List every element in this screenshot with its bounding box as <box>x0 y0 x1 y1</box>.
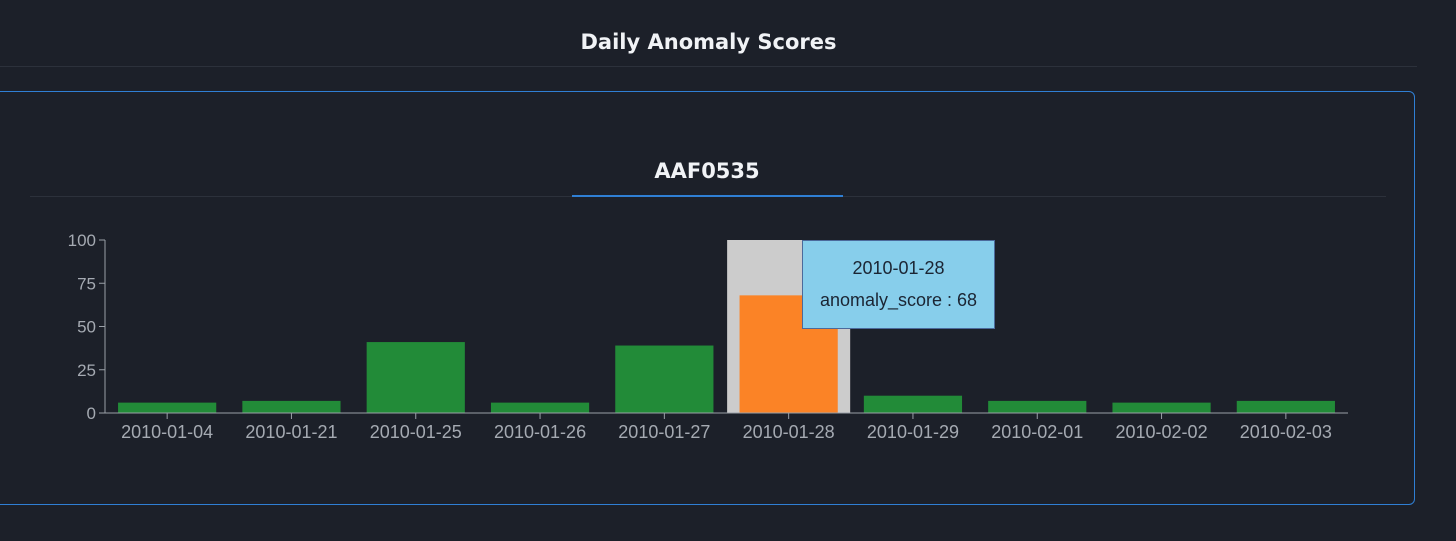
anomaly-bar-chart: 0 25 50 75 100 2010-01-04 2010-01-21 2010-01-25… <box>68 231 1348 442</box>
y-tick-label: 0 <box>87 404 96 423</box>
x-tick-label: 2010-01-25 <box>370 422 462 442</box>
bar-2010-02-01[interactable] <box>988 400 1087 413</box>
tooltip-value: anomaly_score : 68 <box>819 290 978 310</box>
y-tick-label: 75 <box>77 274 96 293</box>
bar-2010-02-02[interactable] <box>1112 402 1211 413</box>
y-tick-label: 25 <box>77 361 96 380</box>
x-tick-label: 2010-02-03 <box>1240 422 1332 442</box>
x-tick-label: 2010-01-28 <box>743 422 835 442</box>
bar-2010-01-25[interactable] <box>366 342 465 413</box>
bar-2010-01-29[interactable] <box>863 395 963 413</box>
x-tick-label: 2010-01-26 <box>494 422 586 442</box>
x-tick-label: 2010-01-21 <box>245 422 337 442</box>
x-tick-label: 2010-01-27 <box>618 422 710 442</box>
bar-2010-01-27[interactable] <box>615 345 714 413</box>
x-tick-label: 2010-01-04 <box>121 422 213 442</box>
x-tick-label: 2010-02-02 <box>1116 422 1208 442</box>
tooltip-date: 2010-01-28 <box>852 258 945 278</box>
y-tick-label: 50 <box>77 318 96 337</box>
x-tick-label: 2010-01-29 <box>867 422 959 442</box>
x-tick-label: 2010-02-01 <box>991 422 1083 442</box>
chart-tooltip: 2010-01-28 anomaly_score : 68 <box>802 240 995 329</box>
bar-2010-02-03[interactable] <box>1236 400 1335 413</box>
bar-2010-01-26[interactable] <box>490 402 590 413</box>
bar-2010-01-21[interactable] <box>242 400 341 413</box>
y-tick-label: 100 <box>68 231 96 250</box>
bar-2010-01-04[interactable] <box>118 402 217 413</box>
